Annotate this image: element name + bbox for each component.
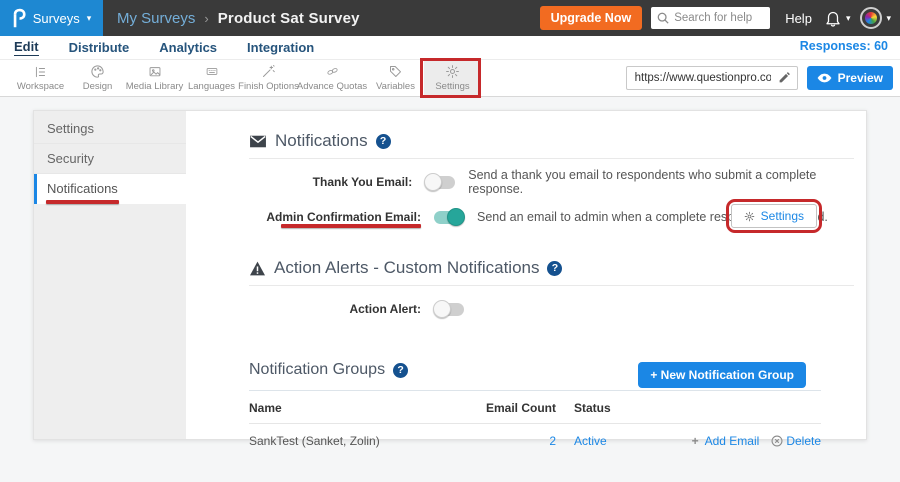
action-alert-row: Action Alert: [249,299,854,319]
notification-groups-title: Notification Groups [249,361,385,379]
section-divider [249,285,854,286]
toolbar-item-languages[interactable]: Languages [183,60,240,96]
settings-sidebar: Settings Security Notifications [34,111,186,439]
eye-icon [817,73,832,83]
toolbar-item-variables[interactable]: Variables [367,60,424,96]
questionpro-logo-icon [12,8,26,29]
email-count-link[interactable]: 2 [549,434,556,448]
toolbar-item-design[interactable]: Design [69,60,126,96]
help-question-icon[interactable]: ? [376,134,391,149]
thank-you-email-row: Thank You Email: Send a thank you email … [249,172,854,192]
tab-integration[interactable]: Integration [247,40,314,55]
toolbar-item-media-library[interactable]: Media Library [126,60,183,96]
action-alerts-section-title: Action Alerts - Custom Notifications [274,258,539,278]
workspace-icon [33,64,48,79]
notifications-section-title: Notifications [275,131,368,151]
chevron-down-icon [87,14,92,23]
toolbar-item-workspace[interactable]: Workspace [12,60,69,96]
toolbar-item-finish-options[interactable]: Finish Options [240,60,297,96]
responses-count[interactable]: Responses: 60 [800,39,888,53]
column-header-status: Status [556,401,676,415]
tab-edit[interactable]: Edit [14,39,39,56]
keyboard-icon [204,64,220,79]
notifications-panel: Notifications ? Thank You Email: Send a … [186,111,866,439]
action-alert-label: Action Alert: [249,302,421,316]
preview-button[interactable]: Preview [807,66,893,90]
tag-icon [388,64,403,79]
toolbar-item-advance-quotas[interactable]: Advance Quotas [297,60,367,96]
help-question-icon[interactable]: ? [393,363,408,378]
chevron-down-icon [886,14,891,23]
magic-wand-icon [261,64,276,79]
notification-groups-table: Name Email Count Status SankTest (Sanket… [249,390,821,458]
delete-circle-x-icon [771,435,783,447]
admin-email-settings-button[interactable]: Settings [731,204,817,228]
design-palette-icon [90,64,105,79]
gear-icon [445,64,460,79]
bell-icon [824,9,842,28]
chevron-down-icon [846,14,851,23]
chain-links-icon [324,64,341,79]
annotation-box-settings-button: Settings [726,199,822,233]
action-alert-toggle[interactable] [434,303,464,316]
top-navbar: Surveys My Surveys › Product Sat Survey … [0,0,900,36]
help-link[interactable]: Help [785,11,812,26]
avatar [860,7,882,29]
annotation-underline-admin-confirmation [281,224,421,228]
delete-action[interactable]: Delete [771,434,821,448]
admin-confirmation-email-label: Admin Confirmation Email: [249,210,421,224]
account-menu[interactable] [860,7,891,29]
section-divider [249,158,854,159]
sidebar-item-settings[interactable]: Settings [34,114,186,144]
notifications-bell-menu[interactable] [824,9,851,28]
help-search [651,7,770,29]
survey-url-input[interactable] [626,66,798,90]
table-row: SankTest (Sanket, Zolin) 2 Active Add Em… [249,424,821,458]
sidebar-item-security[interactable]: Security [34,144,186,174]
survey-tabbar: Edit Distribute Analytics Integration Re… [0,36,900,59]
search-icon [657,12,669,24]
surveys-menu-label: Surveys [33,11,80,26]
breadcrumb-current-survey: Product Sat Survey [218,10,360,27]
admin-confirmation-email-row: Admin Confirmation Email: Send an email … [249,207,854,227]
warning-triangle-icon [249,261,266,276]
survey-url-field [626,66,798,90]
breadcrumb-my-surveys[interactable]: My Surveys [117,10,195,27]
help-question-icon[interactable]: ? [547,261,562,276]
settings-card: Settings Security Notifications Notifica… [33,110,867,440]
breadcrumb-separator: › [204,11,208,26]
column-header-email-count: Email Count [476,401,556,415]
envelope-icon [249,135,267,148]
new-notification-group-button[interactable]: + New Notification Group [638,362,806,388]
surveys-menu[interactable]: Surveys [0,0,103,36]
breadcrumb: My Surveys › Product Sat Survey [117,10,360,27]
annotation-underline-notifications [46,200,119,204]
page-background: Settings Security Notifications Notifica… [0,97,900,482]
edit-url-pencil-icon[interactable] [778,71,791,84]
thank-you-email-label: Thank You Email: [249,175,412,189]
status-link[interactable]: Active [574,434,607,448]
edit-toolbar: Workspace Design Media Library Languages… [0,59,900,97]
tab-analytics[interactable]: Analytics [159,40,217,55]
table-header-row: Name Email Count Status [249,391,821,424]
add-email-action[interactable]: Add Email [692,434,760,448]
upgrade-now-button[interactable]: Upgrade Now [540,6,643,30]
thank-you-email-toggle[interactable] [425,176,455,189]
thank-you-email-description: Send a thank you email to respondents wh… [468,168,854,196]
admin-confirmation-email-toggle[interactable] [434,211,464,224]
plus-icon [692,434,699,448]
column-header-name: Name [249,401,476,415]
tab-distribute[interactable]: Distribute [69,40,130,55]
image-icon [147,64,163,79]
group-name: SankTest (Sanket, Zolin) [249,434,476,448]
gear-icon [744,211,755,222]
toolbar-item-settings[interactable]: Settings [424,60,481,96]
